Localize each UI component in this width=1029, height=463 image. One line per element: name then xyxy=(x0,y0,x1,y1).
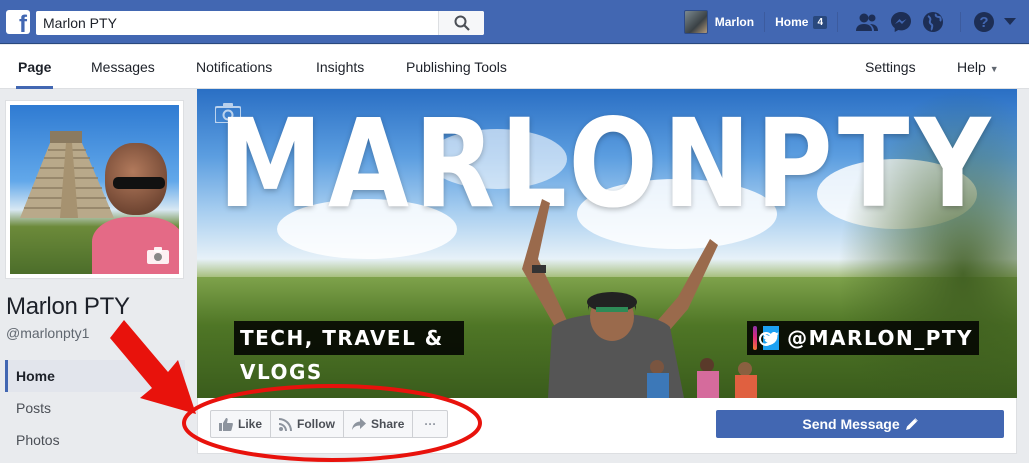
divider xyxy=(764,12,766,32)
tab-publishing-tools[interactable]: Publishing Tools xyxy=(406,45,507,89)
page-tab-bar: Page Messages Notifications Insights Pub… xyxy=(0,45,1029,89)
messenger-icon[interactable] xyxy=(886,0,916,44)
leftnav-item-home[interactable]: Home xyxy=(5,360,185,392)
share-arrow-icon xyxy=(352,418,367,430)
page-action-bar: Like Follow Share ··· Send Message xyxy=(197,398,1017,454)
cover-tagline: TECH, TRAVEL & VLOGS xyxy=(234,321,464,384)
cover-social-handle: @MARLON_PTY xyxy=(747,321,979,355)
caret-down-icon: ▼ xyxy=(989,64,999,74)
facebook-logo-letter: f xyxy=(19,11,27,38)
home-count-badge: 4 xyxy=(813,15,827,29)
send-message-button[interactable]: Send Message xyxy=(716,410,1004,438)
profile-photo xyxy=(10,105,179,274)
sunglasses xyxy=(113,177,165,189)
like-label: Like xyxy=(238,417,263,431)
divider xyxy=(960,12,961,32)
search-icon xyxy=(454,15,470,31)
tab-help-label: Help xyxy=(957,59,986,75)
tab-notifications[interactable]: Notifications xyxy=(196,45,272,89)
tab-messages[interactable]: Messages xyxy=(91,45,155,89)
globe-icon[interactable] xyxy=(918,0,948,44)
more-options-icon: ··· xyxy=(424,417,437,431)
left-navigation: Home Posts Photos xyxy=(5,360,185,456)
tab-insights[interactable]: Insights xyxy=(316,45,364,89)
search-box xyxy=(36,11,484,35)
tab-page[interactable]: Page xyxy=(15,45,54,89)
follow-button[interactable]: Follow xyxy=(270,410,345,438)
profile-link[interactable]: Marlon xyxy=(683,0,764,44)
cover-photo[interactable]: MARLONPTY TECH, TRAVEL & VLOGS @MARLON_P… xyxy=(197,89,1017,398)
top-navigation-bar: f Marlon Home 4 ? xyxy=(0,0,1029,44)
avatar xyxy=(683,10,708,34)
caret-down-icon[interactable] xyxy=(999,0,1021,44)
search-input[interactable] xyxy=(36,11,438,35)
tab-help[interactable]: Help ▼ xyxy=(957,45,999,89)
top-right-controls: Marlon Home 4 ? xyxy=(683,0,1029,44)
like-button[interactable]: Like xyxy=(210,410,272,438)
page-username[interactable]: @marlonpty1 xyxy=(6,325,89,341)
camera-icon[interactable] xyxy=(147,247,169,264)
share-label: Share xyxy=(371,417,405,431)
tab-settings[interactable]: Settings xyxy=(865,45,916,89)
home-link[interactable]: Home 4 xyxy=(765,0,837,44)
home-label: Home xyxy=(775,15,809,29)
page-title[interactable]: Marlon PTY xyxy=(6,293,130,321)
friends-icon[interactable] xyxy=(852,0,882,44)
divider xyxy=(837,12,838,32)
thumbs-up-icon xyxy=(219,417,233,431)
page-action-buttons: Like Follow Share ··· xyxy=(210,410,449,438)
social-handle-text: @MARLON_PTY xyxy=(787,326,973,350)
profile-picture[interactable] xyxy=(5,100,184,279)
svg-text:?: ? xyxy=(979,14,988,31)
help-icon[interactable]: ? xyxy=(969,0,999,44)
rss-feed-icon xyxy=(279,417,293,431)
profile-name: Marlon xyxy=(714,15,755,29)
send-message-label: Send Message xyxy=(802,416,900,432)
facebook-logo[interactable]: f xyxy=(6,10,30,38)
follow-label: Follow xyxy=(297,417,336,431)
crowd-people xyxy=(647,358,757,398)
person-shirt xyxy=(92,217,179,274)
pyramid-image xyxy=(20,131,114,218)
pencil-icon xyxy=(905,418,918,430)
camera-icon[interactable] xyxy=(215,103,241,123)
instagram-icon xyxy=(753,326,774,350)
search-button[interactable] xyxy=(438,11,484,35)
leftnav-item-photos[interactable]: Photos xyxy=(5,424,185,456)
more-options-button[interactable]: ··· xyxy=(412,410,449,438)
leftnav-item-posts[interactable]: Posts xyxy=(5,392,185,424)
share-button[interactable]: Share xyxy=(343,410,414,438)
